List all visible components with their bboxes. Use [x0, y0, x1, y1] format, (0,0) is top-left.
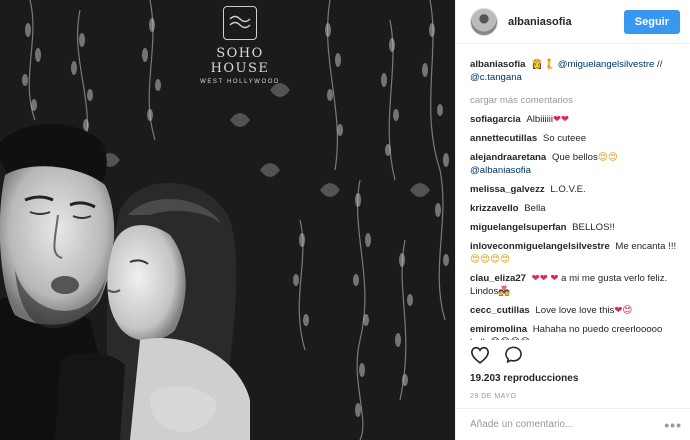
comment-item: clau_eliza27 ❤❤ ❤ a mi me gusta verlo fe…	[470, 272, 682, 298]
comment-text: Albiiiiii	[526, 114, 553, 125]
post-actions	[470, 345, 523, 364]
view-count-label: reproducciones	[503, 373, 579, 384]
comment-emoji: 😆😆😆😆	[490, 337, 530, 340]
comment-username[interactable]: melissa_galvezz	[470, 184, 547, 195]
comment-icon[interactable]	[504, 345, 523, 364]
post-header: albaniasofia Seguir	[456, 0, 690, 44]
comment-emoji: ❤😍	[614, 305, 633, 316]
wave-logo-icon	[223, 6, 257, 40]
comment-item: annettecutillas So cuteee	[470, 132, 682, 145]
comment-item: alejandraaretana Que bellos😍😍 @albaniaso…	[470, 151, 682, 177]
comment-text: L.O.V.E.	[550, 184, 586, 195]
comment-text: Me encanta !!!	[615, 241, 677, 252]
header-username[interactable]: albaniasofia	[508, 16, 624, 28]
comment-item: inloveconmiguelangelsilvestre Me encanta…	[470, 240, 682, 266]
comment-username[interactable]: emiromolina	[470, 324, 530, 335]
caption-separator: //	[654, 59, 663, 70]
comment-text: So cuteee	[542, 133, 587, 144]
comment-item: sofiagarcia Albiiiiii❤❤	[470, 113, 682, 126]
comment-text: Love love love this	[535, 305, 615, 316]
comment-input[interactable]	[470, 419, 665, 430]
post-media[interactable]: SOHO HOUSE WEST HOLLYWOOD	[0, 0, 455, 440]
post-caption: albaniasofia 👸🧜 @miguelangelsilvestre //…	[470, 58, 682, 84]
comment-username[interactable]: krizzavello	[470, 203, 521, 214]
comments-list[interactable]: albaniasofia 👸🧜 @miguelangelsilvestre //…	[470, 58, 682, 340]
comment-item: miguelangelsuperfan BELLOS!!	[470, 221, 682, 234]
caption-mention-2[interactable]: @c.tangana	[470, 72, 522, 83]
comment-username[interactable]: miguelangelsuperfan	[470, 222, 569, 233]
post-sidebar: albaniasofia Seguir albaniasofia 👸🧜 @mig…	[455, 0, 690, 440]
avatar[interactable]	[470, 7, 498, 36]
logo-sub: WEST HOLLYWOOD	[200, 79, 280, 85]
follow-button[interactable]: Seguir	[623, 9, 680, 34]
comment-item: krizzavello Bella	[470, 202, 682, 215]
comment-username[interactable]: cecc_cutillas	[470, 305, 532, 316]
comment-username[interactable]: annettecutillas	[470, 133, 540, 144]
comment-item: cecc_cutillas Love love love this❤😍	[470, 304, 682, 317]
caption-mention-1[interactable]: @miguelangelsilvestre	[558, 59, 655, 70]
comment-emoji: ❤❤ ❤	[531, 273, 559, 284]
comment-item: emiromolina Hahaha no puedo creerlooooo …	[470, 323, 682, 340]
comment-username[interactable]: clau_eliza27	[470, 273, 529, 284]
view-count-number: 19.203	[470, 373, 501, 384]
post-date: 29 DE MAYO	[470, 393, 517, 400]
soho-house-logo: SOHO HOUSE WEST HOLLYWOOD	[190, 6, 290, 85]
add-comment-bar: •••	[456, 408, 690, 440]
comment-mention[interactable]: @albaniasofia	[470, 165, 531, 176]
comment-emoji-2: 💑	[498, 286, 511, 297]
view-count: 19.203 reproducciones	[470, 373, 578, 384]
comment-text: BELLOS!!	[572, 222, 615, 233]
load-more-comments-link[interactable]: cargar más comentarios	[470, 94, 682, 107]
comment-text: Que bellos	[551, 152, 598, 163]
more-options-button[interactable]: •••	[664, 417, 682, 433]
comment-emoji: 😍😍	[597, 152, 618, 163]
comment-item: melissa_galvezz L.O.V.E.	[470, 183, 682, 196]
comment-text: Bella	[524, 203, 546, 214]
comment-emoji: 😍😍😍😍	[470, 254, 511, 265]
caption-emoji: 👸🧜	[531, 59, 556, 70]
comment-emoji: ❤❤	[552, 114, 570, 125]
heart-icon[interactable]	[470, 346, 490, 364]
comment-username[interactable]: sofiagarcia	[470, 114, 523, 125]
comment-username[interactable]: inloveconmiguelangelsilvestre	[470, 241, 612, 252]
caption-username[interactable]: albaniasofia	[470, 59, 525, 70]
logo-name: SOHO HOUSE	[210, 46, 270, 76]
comment-username[interactable]: alejandraaretana	[470, 152, 549, 163]
